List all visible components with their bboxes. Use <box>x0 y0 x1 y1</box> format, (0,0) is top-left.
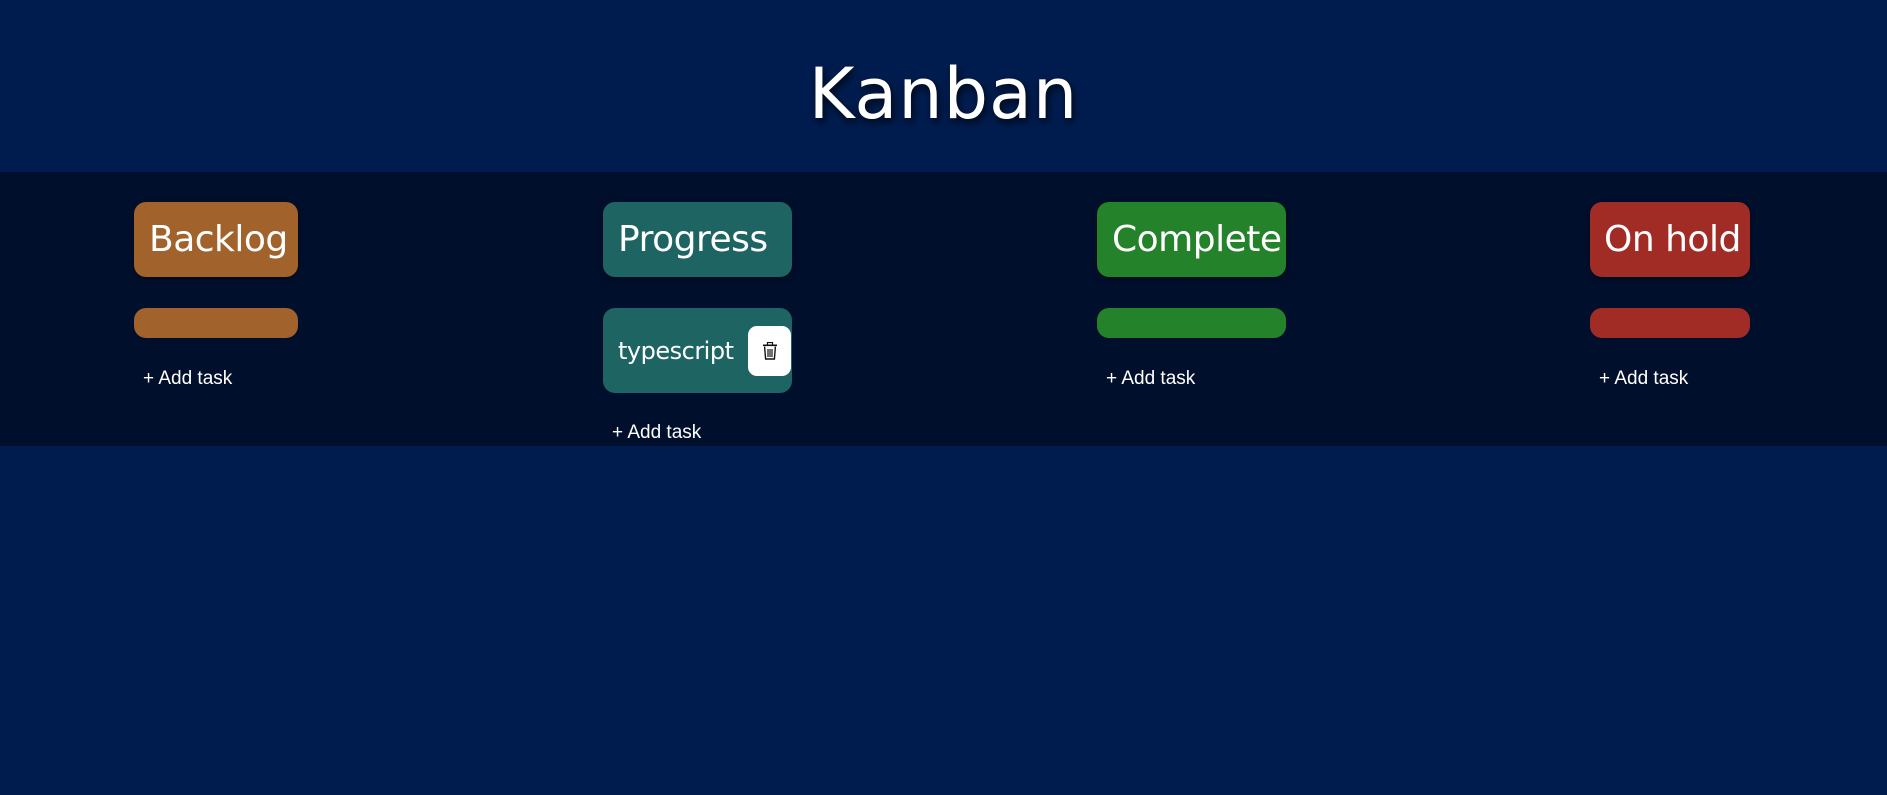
add-task-button-backlog[interactable]: + Add task <box>143 368 232 390</box>
task-list-complete[interactable] <box>1097 308 1286 338</box>
column-progress: Progress typescript + Add task <box>603 202 792 444</box>
column-on-hold: On hold + Add task <box>1590 202 1750 390</box>
kanban-board: Backlog + Add task Progress typescript +… <box>0 172 1887 446</box>
column-header-complete: Complete <box>1097 202 1286 277</box>
column-header-progress: Progress <box>603 202 792 277</box>
task-list-backlog[interactable] <box>134 308 298 338</box>
delete-task-button[interactable] <box>748 325 791 376</box>
column-header-backlog: Backlog <box>134 202 298 277</box>
add-task-button-on-hold[interactable]: + Add task <box>1599 368 1688 390</box>
add-task-button-progress[interactable]: + Add task <box>612 422 701 444</box>
task-list-progress[interactable]: typescript <box>603 308 792 393</box>
column-complete: Complete + Add task <box>1097 202 1286 390</box>
task-card[interactable]: typescript <box>603 308 792 393</box>
column-title: Progress <box>618 219 768 260</box>
task-list-on-hold[interactable] <box>1590 308 1750 338</box>
column-title: Backlog <box>149 219 288 260</box>
column-backlog: Backlog + Add task <box>134 202 298 390</box>
kanban-app: Kanban Backlog + Add task Progress types… <box>0 0 1887 795</box>
page-title: Kanban <box>808 53 1079 135</box>
add-task-button-complete[interactable]: + Add task <box>1106 368 1195 390</box>
column-title: On hold <box>1604 219 1741 260</box>
task-text: typescript <box>618 336 734 365</box>
page-header: Kanban <box>0 0 1887 172</box>
column-header-on-hold: On hold <box>1590 202 1750 277</box>
column-title: Complete <box>1112 219 1282 260</box>
trash-icon <box>762 341 777 360</box>
